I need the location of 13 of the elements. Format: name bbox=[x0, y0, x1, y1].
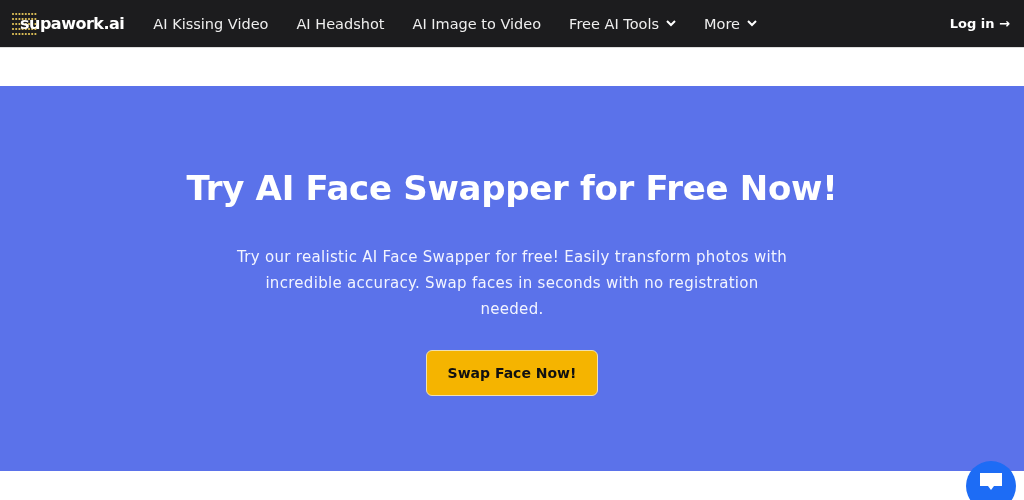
swap-face-button[interactable]: Swap Face Now! bbox=[426, 350, 598, 396]
hero-description: Try our realistic AI Face Swapper for free! Easily transform photos with incredible accuracy. Swap faces in seconds with no registration needed. bbox=[236, 247, 788, 320]
logo-text[interactable]: supawork.ai bbox=[20, 14, 125, 33]
nav-link[interactable]: AI Headshot bbox=[296, 15, 385, 32]
caret-icon bbox=[746, 20, 757, 27]
nav-link[interactable]: More bbox=[704, 15, 757, 32]
login-link[interactable]: Log in → bbox=[949, 16, 1010, 31]
nav-link[interactable]: Free AI Tools bbox=[569, 15, 676, 32]
nav-link[interactable]: AI Image to Video bbox=[412, 15, 542, 32]
caret-icon bbox=[666, 20, 676, 27]
nav-link[interactable]: AI Kissing Video bbox=[153, 15, 269, 32]
chat-icon bbox=[978, 470, 1004, 492]
hero-title: Try AI Face Swapper for Free Now! bbox=[186, 168, 838, 208]
